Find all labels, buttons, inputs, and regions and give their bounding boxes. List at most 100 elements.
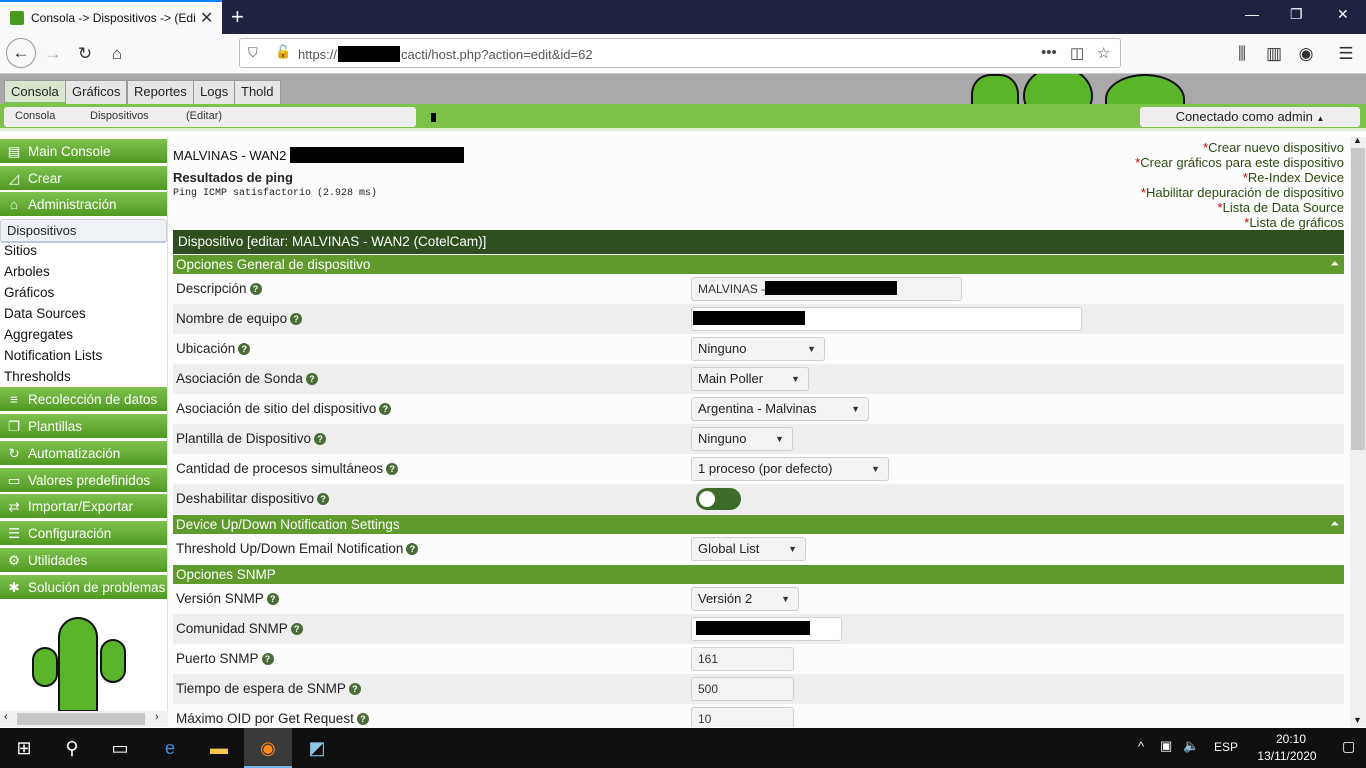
tray-expand-icon[interactable]: ^ xyxy=(1138,739,1144,754)
sidebar-item-administracion[interactable]: ⌂ Administración xyxy=(0,192,167,217)
sidebar-item-aggregates[interactable]: Aggregates xyxy=(0,324,167,345)
new-tab-icon[interactable]: + xyxy=(231,4,244,30)
collapse-icon[interactable]: ⏶ xyxy=(1330,255,1339,274)
tab-thold[interactable]: Thold xyxy=(234,80,281,104)
link-depuracion[interactable]: *Habilitar depuración de dispositivo xyxy=(1135,185,1344,200)
tab-reportes[interactable]: Reportes xyxy=(127,80,194,104)
sidebar-item-thresholds[interactable]: Thresholds xyxy=(0,366,167,387)
minimize-icon[interactable]: — xyxy=(1245,6,1259,22)
firefox-icon[interactable]: ◉ xyxy=(244,728,292,768)
notifications-icon[interactable]: ▢ xyxy=(1342,738,1355,755)
bookmark-star-icon[interactable]: ☆ xyxy=(1097,44,1110,62)
sidebar-item-plantillas[interactable]: ❐ Plantillas xyxy=(0,414,167,439)
network-icon[interactable]: ▣ xyxy=(1160,738,1172,754)
account-icon[interactable]: ◉ xyxy=(1295,43,1317,65)
breadcrumb-consola[interactable]: Consola xyxy=(15,110,55,122)
sidebar-item-solucion-problemas[interactable]: ✱ Solución de problemas xyxy=(0,575,167,600)
reload-icon[interactable]: ↻ xyxy=(74,43,96,65)
close-window-icon[interactable]: ✕ xyxy=(1337,6,1349,23)
home-icon[interactable]: ⌂ xyxy=(106,43,128,65)
link-data-source-list[interactable]: *Lista de Data Source xyxy=(1135,200,1344,215)
browser-tab[interactable]: Consola -> Dispositivos -> (Editar) ✕ xyxy=(0,0,222,34)
ubicacion-select[interactable]: Ninguno ▼ xyxy=(691,337,825,361)
help-icon[interactable]: ? xyxy=(249,283,262,295)
back-icon[interactable]: ← xyxy=(6,38,36,68)
collapse-icon[interactable]: ⏶ xyxy=(1330,515,1339,534)
sidebar-item-arboles[interactable]: Arboles xyxy=(0,261,167,282)
snmp-port-input[interactable]: 161 xyxy=(691,647,794,671)
internet-explorer-icon[interactable]: e xyxy=(146,728,194,768)
sidebar-item-graficos[interactable]: Gráficos xyxy=(0,282,167,303)
link-crear-dispositivo[interactable]: *Crear nuevo dispositivo xyxy=(1135,140,1344,155)
help-icon[interactable]: ? xyxy=(406,543,419,555)
plantilla-select[interactable]: Ninguno ▼ xyxy=(691,427,793,451)
help-icon[interactable]: ? xyxy=(290,623,303,635)
help-icon[interactable]: ? xyxy=(305,373,318,385)
windows-start-icon[interactable]: ⊞ xyxy=(0,728,48,768)
help-icon[interactable]: ? xyxy=(238,343,251,355)
task-view-icon[interactable]: ▭ xyxy=(96,728,144,768)
sidebar-item-configuracion[interactable]: ☰ Configuración xyxy=(0,521,167,546)
link-crear-graficos[interactable]: *Crear gráficos para este dispositivo xyxy=(1135,155,1344,170)
snmp-version-select[interactable]: Versión 2 ▼ xyxy=(691,587,799,611)
scrollbar-thumb[interactable] xyxy=(1351,148,1365,450)
library-icon[interactable]: ⫼ xyxy=(1231,43,1253,65)
deshabilitar-toggle[interactable] xyxy=(696,488,741,510)
clock-time[interactable]: 20:10 xyxy=(1261,732,1321,746)
sonda-select[interactable]: Main Poller ▼ xyxy=(691,367,809,391)
tab-logs[interactable]: Logs xyxy=(193,80,236,104)
help-icon[interactable]: ? xyxy=(314,433,327,445)
help-icon[interactable]: ? xyxy=(379,403,392,415)
threshold-select[interactable]: Global List ▼ xyxy=(691,537,806,561)
sitio-select[interactable]: Argentina - Malvinas ▼ xyxy=(691,397,869,421)
tab-close-icon[interactable]: ✕ xyxy=(200,8,213,28)
clock-date[interactable]: 13/11/2020 xyxy=(1242,749,1332,763)
tab-consola[interactable]: Consola xyxy=(4,80,66,104)
sidebar-item-automatizacion[interactable]: ↻ Automatización xyxy=(0,441,167,466)
sidebar-item-main-console[interactable]: ▤ Main Console xyxy=(0,139,167,164)
sidebar-item-importar-exportar[interactable]: ⇄ Importar/Exportar xyxy=(0,494,167,519)
file-explorer-icon[interactable]: ▬ xyxy=(195,728,243,768)
page-actions-icon[interactable]: ••• xyxy=(1041,44,1057,61)
menu-icon[interactable]: ☰ xyxy=(1335,43,1357,65)
snmp-community-input[interactable] xyxy=(691,617,842,641)
volume-icon[interactable]: 🔈 xyxy=(1183,738,1199,754)
breadcrumb-dispositivos[interactable]: Dispositivos xyxy=(90,110,149,122)
scroll-down-icon[interactable]: ▼ xyxy=(1353,715,1362,725)
help-icon[interactable]: ? xyxy=(261,653,274,665)
search-icon[interactable]: ⚲ xyxy=(48,728,96,768)
sidebar-item-sitios[interactable]: Sitios xyxy=(0,240,167,261)
max-oid-input[interactable]: 10 xyxy=(691,707,794,727)
sidebar-toggle-icon[interactable]: ▥ xyxy=(1263,43,1285,65)
sidebar-item-valores-predefinidos[interactable]: ▭ Valores predefinidos xyxy=(0,468,167,493)
sidebar-scrollbar[interactable]: ‹ › xyxy=(0,711,168,727)
tab-graficos[interactable]: Gráficos xyxy=(65,80,128,104)
snmp-timeout-input[interactable]: 500 xyxy=(691,677,794,701)
help-icon[interactable]: ? xyxy=(348,683,361,695)
scroll-up-icon[interactable]: ▲ xyxy=(1353,135,1362,145)
shield-icon[interactable]: ⛉ xyxy=(248,45,258,61)
sidebar-item-crear[interactable]: ◿ Crear xyxy=(0,166,167,191)
descripcion-input[interactable]: MALVINAS - xyxy=(691,277,962,301)
link-graph-list[interactable]: *Lista de gráficos xyxy=(1135,215,1344,230)
procesos-select[interactable]: 1 proceso (por defecto) ▼ xyxy=(691,457,889,481)
language-indicator[interactable]: ESP xyxy=(1214,740,1238,754)
hostname-input[interactable] xyxy=(691,307,1082,331)
scroll-left-icon[interactable]: ‹ xyxy=(4,711,8,723)
url-bar[interactable]: ⛉ 🔓 https:// cacti/host.php?action=edit&i… xyxy=(239,38,1121,68)
help-icon[interactable]: ? xyxy=(386,463,399,475)
scrollbar-thumb[interactable] xyxy=(17,713,145,725)
help-icon[interactable]: ? xyxy=(317,493,330,505)
maximize-icon[interactable]: ❐ xyxy=(1290,6,1303,23)
pocket-icon[interactable]: ◫ xyxy=(1070,44,1084,62)
scroll-right-icon[interactable]: › xyxy=(155,711,159,723)
sidebar-item-recoleccion[interactable]: ≡ Recolección de datos xyxy=(0,387,167,412)
help-icon[interactable]: ? xyxy=(356,713,369,725)
link-reindex[interactable]: *Re-Index Device xyxy=(1135,170,1344,185)
app-icon[interactable]: ◩ xyxy=(293,728,341,768)
main-scrollbar[interactable]: ▲ ▼ xyxy=(1350,135,1366,727)
help-icon[interactable]: ? xyxy=(266,593,279,605)
sidebar-item-notification-lists[interactable]: Notification Lists xyxy=(0,345,167,366)
sidebar-item-utilidades[interactable]: ⚙ Utilidades xyxy=(0,548,167,573)
sidebar-item-data-sources[interactable]: Data Sources xyxy=(0,303,167,324)
